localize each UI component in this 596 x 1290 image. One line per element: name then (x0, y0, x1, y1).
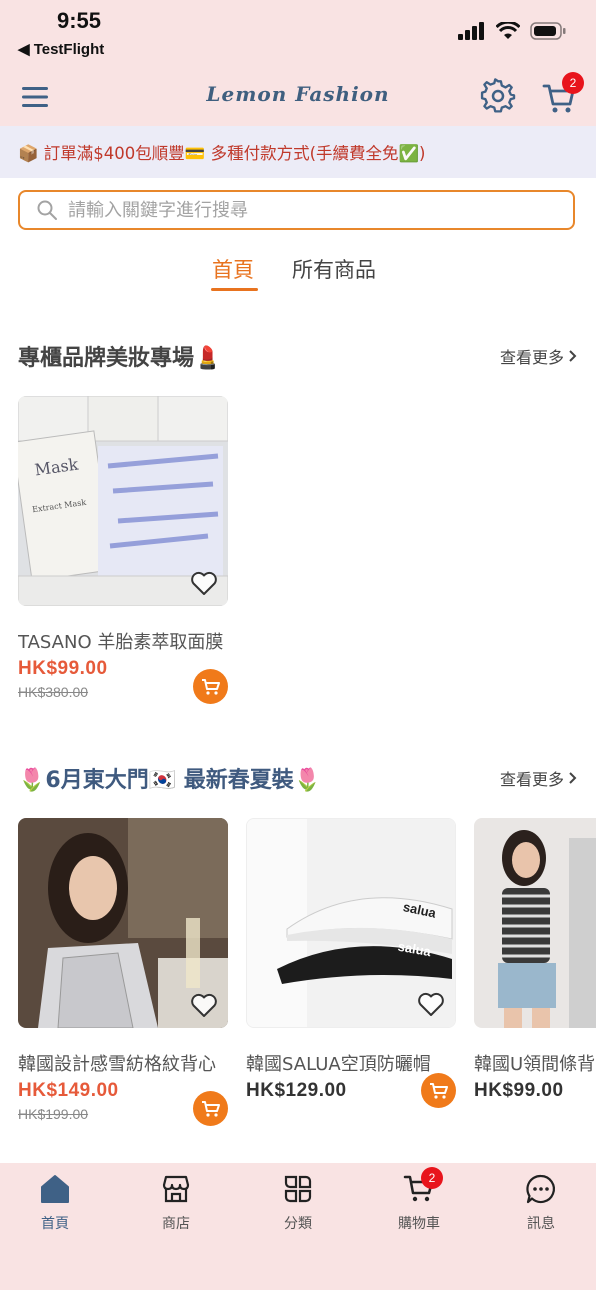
see-more-fashion[interactable]: 查看更多 (500, 766, 578, 790)
product-image[interactable]: salua salua (246, 818, 456, 1028)
product-image[interactable]: Mask Extract Mask (18, 396, 228, 606)
category-icon (284, 1175, 312, 1203)
status-icons (458, 22, 566, 40)
search-bar[interactable] (18, 190, 575, 230)
tab-home[interactable]: 首頁 (212, 254, 254, 284)
tab-bar: 首頁 所有商品 (0, 250, 596, 295)
tab-active-indicator (211, 288, 258, 291)
status-time: 9:55 (57, 8, 102, 33)
back-to-testflight[interactable]: ◀ TestFlight (18, 40, 104, 58)
product-name: 韓國設計感雪紡格紋背心 (18, 1054, 216, 1075)
add-to-cart-button[interactable] (421, 1073, 456, 1108)
product-price: HK$99.00 (474, 1080, 564, 1101)
product-name: 韓國SALUA空頂防曬帽 (246, 1054, 431, 1075)
product-name: TASANO 羊胎素萃取面膜 (18, 632, 224, 653)
product-card[interactable]: 韓國設計感雪紡格紋背心 HK$149.00 HK$199.00 (18, 818, 228, 1126)
cart-icon (201, 678, 220, 695)
nav-cart[interactable]: 2 購物車 (379, 1167, 459, 1233)
product-card[interactable]: salua salua 韓國SALUA空頂防曬帽 HK$129.00 (246, 818, 456, 1108)
home-icon (41, 1175, 69, 1203)
nav-label: 商店 (162, 1216, 190, 1232)
promo-text: 📦 訂單滿$400包順豐💳 多種付款方式(手續費全免✅) (18, 144, 426, 163)
cart-icon (429, 1082, 448, 1099)
chat-bubble-icon (526, 1174, 555, 1204)
product-image[interactable] (474, 818, 596, 1028)
battery-icon (530, 22, 566, 40)
chevron-right-icon (569, 350, 577, 362)
see-more-label: 查看更多 (499, 348, 564, 367)
nav-cart-badge: 2 (421, 1167, 443, 1189)
woman-tank-top-photo (474, 818, 596, 1028)
header-cart-button[interactable]: 2 (542, 72, 584, 116)
settings-gear-icon[interactable] (480, 78, 516, 114)
nav-label: 訊息 (527, 1216, 555, 1232)
signal-icon (458, 22, 484, 40)
product-image[interactable] (18, 818, 228, 1028)
cart-count-badge: 2 (562, 72, 584, 94)
cart-icon (201, 1100, 220, 1117)
search-icon (37, 200, 57, 220)
see-more-beauty[interactable]: 查看更多 (500, 344, 578, 368)
nav-store[interactable]: 商店 (136, 1173, 216, 1233)
status-bar: 9:55 ◀ TestFlight (0, 0, 596, 70)
add-to-cart-button[interactable] (193, 669, 228, 704)
nav-label: 首頁 (41, 1216, 69, 1232)
app-header: Lemon Fashion 2 (0, 70, 596, 126)
nav-label: 購物車 (398, 1216, 440, 1232)
wifi-icon (496, 22, 520, 39)
favorite-heart-icon[interactable] (190, 992, 218, 1018)
see-more-label: 查看更多 (499, 770, 564, 789)
tab-all-products[interactable]: 所有商品 (292, 254, 376, 284)
add-to-cart-button[interactable] (193, 1091, 228, 1126)
favorite-heart-icon[interactable] (190, 570, 218, 596)
chevron-right-icon (569, 772, 577, 784)
favorite-heart-icon[interactable] (417, 991, 445, 1017)
product-card[interactable]: 韓國U領間條背心 HK$99.00 (474, 818, 596, 1102)
store-icon (162, 1175, 190, 1203)
nav-label: 分類 (284, 1216, 312, 1232)
section-title-beauty: 專櫃品牌美妝專場💄 (18, 346, 222, 371)
nav-home[interactable]: 首頁 (15, 1173, 95, 1233)
search-input[interactable] (66, 198, 570, 222)
product-card[interactable]: Mask Extract Mask TASANO 羊胎素萃取面膜 HK$99.0… (18, 396, 228, 704)
section-title-fashion: 🌷6月東大門🇰🇷 最新春夏裝🌷 (18, 768, 322, 793)
bottom-navigation: 首頁 商店 分類 2 購物車 訊息 (0, 1163, 596, 1290)
nav-messages[interactable]: 訊息 (501, 1173, 581, 1233)
product-name: 韓國U領間條背心 (474, 1054, 596, 1075)
nav-category[interactable]: 分類 (258, 1173, 338, 1233)
promo-banner: 📦 訂單滿$400包順豐💳 多種付款方式(手續費全免✅) (0, 126, 596, 178)
